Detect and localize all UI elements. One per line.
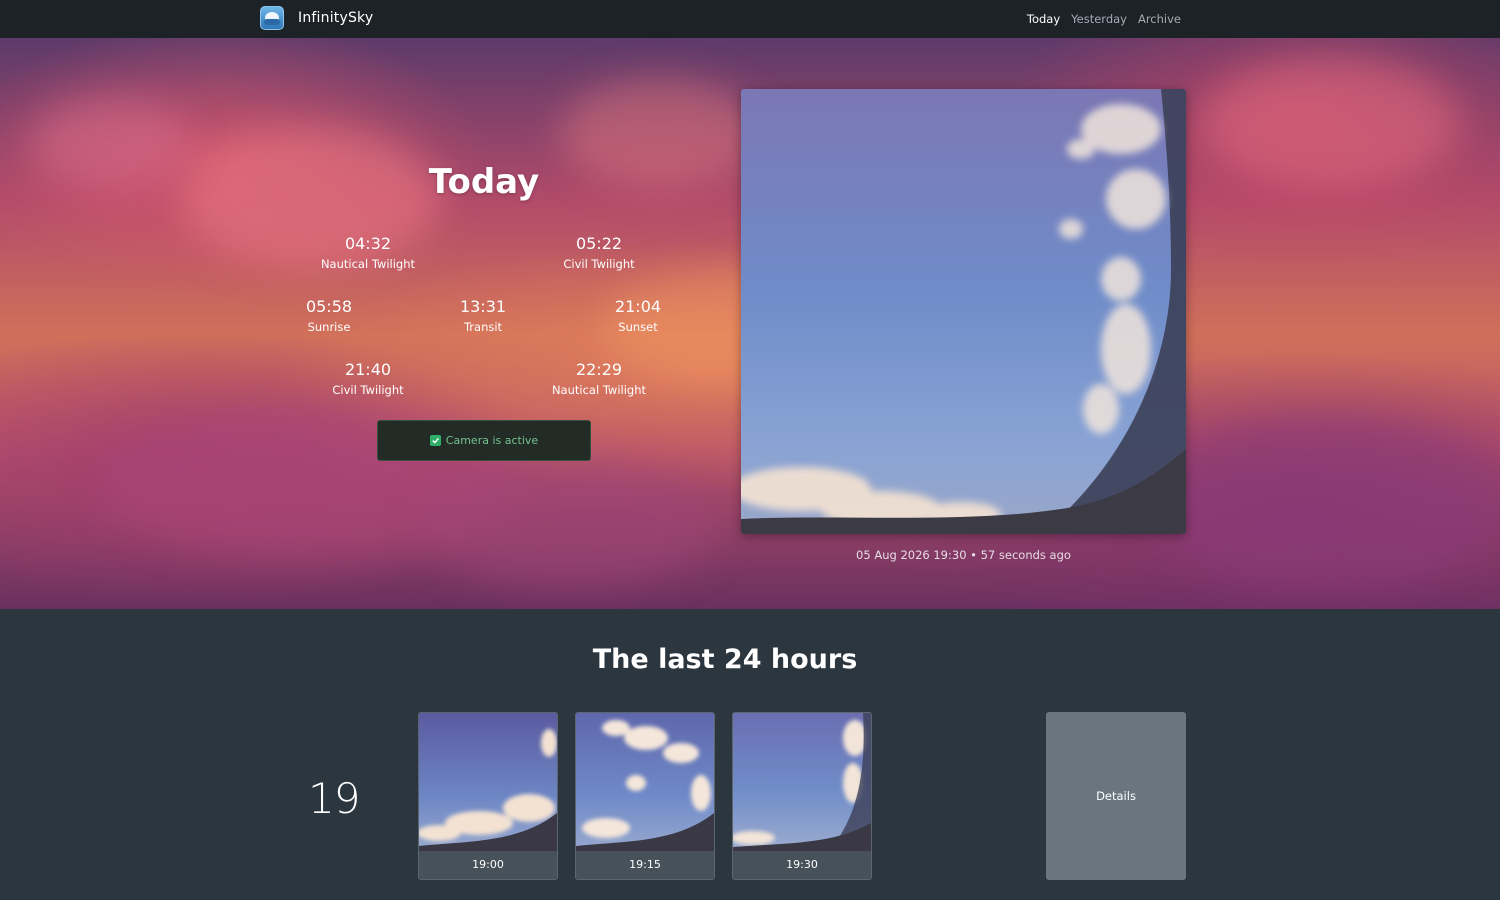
checkbox-checked-icon [429, 435, 441, 446]
details-button[interactable]: Details [1046, 712, 1186, 880]
thumbnail-card[interactable]: 19:30 [732, 712, 872, 880]
sun-time-label: Civil Twilight [332, 383, 404, 397]
sun-time-value: 05:58 [305, 297, 353, 316]
thumbnail-card[interactable]: 19:00 [418, 712, 558, 880]
brand-name: InfinitySky [298, 10, 374, 26]
hour-label: 19 [308, 774, 360, 823]
sun-time-civil-twilight-morning: 05:22 Civil Twilight [534, 234, 664, 271]
sun-time-label: Civil Twilight [563, 257, 635, 271]
image-timestamp: 05 Aug 2026 19:30 • 57 seconds ago [856, 548, 1071, 562]
sun-time-label: Sunset [618, 320, 658, 334]
sun-time-value: 13:31 [459, 297, 507, 316]
nav-link-yesterday[interactable]: Yesterday [1071, 12, 1127, 26]
thumbnail-image [733, 713, 871, 852]
sun-time-value: 21:40 [344, 360, 392, 379]
brand-logo-icon [260, 6, 284, 30]
sun-time-nautical-twilight-morning: 04:32 Nautical Twilight [303, 234, 433, 271]
sun-time-label: Transit [463, 320, 503, 334]
sun-time-value: 22:29 [575, 360, 623, 379]
sun-time-value: 04:32 [344, 234, 392, 253]
thumbnail-time: 19:15 [576, 851, 714, 879]
sun-times-panel: Today 04:32 Nautical Twilight 05:22 Civi… [290, 38, 678, 609]
section-title: The last 24 hours [592, 644, 858, 675]
nav-links: Today Yesterday Archive [1027, 0, 1181, 38]
camera-status-badge: Camera is active [377, 420, 591, 461]
sun-time-sunrise: 05:58 Sunrise [264, 297, 394, 334]
sun-time-nautical-twilight-evening: 22:29 Nautical Twilight [534, 360, 664, 397]
sun-time-value: 05:22 [575, 234, 623, 253]
thumbnail-image [419, 713, 557, 852]
thumbnail-time: 19:30 [733, 851, 871, 879]
latest-sky-image[interactable] [741, 89, 1186, 534]
sun-time-label: Nautical Twilight [320, 257, 416, 271]
nav-link-archive[interactable]: Archive [1138, 12, 1181, 26]
thumbnail-card[interactable]: 19:15 [575, 712, 715, 880]
sun-time-label: Sunrise [307, 320, 351, 334]
sun-time-civil-twilight-evening: 21:40 Civil Twilight [303, 360, 433, 397]
sun-time-sunset: 21:04 Sunset [573, 297, 703, 334]
thumbnail-time: 19:00 [419, 851, 557, 879]
nav-link-today[interactable]: Today [1027, 12, 1060, 26]
hero-banner: Today 04:32 Nautical Twilight 05:22 Civi… [0, 38, 1500, 609]
thumbnail-image [576, 713, 714, 852]
brand-link[interactable]: InfinitySky [260, 5, 373, 31]
sun-time-transit: 13:31 Transit [418, 297, 548, 334]
navbar: InfinitySky Today Yesterday Archive [0, 0, 1500, 38]
camera-status-text: Camera is active [445, 434, 539, 447]
page-title: Today [428, 162, 540, 202]
sun-time-value: 21:04 [614, 297, 662, 316]
sun-time-label: Nautical Twilight [551, 383, 647, 397]
